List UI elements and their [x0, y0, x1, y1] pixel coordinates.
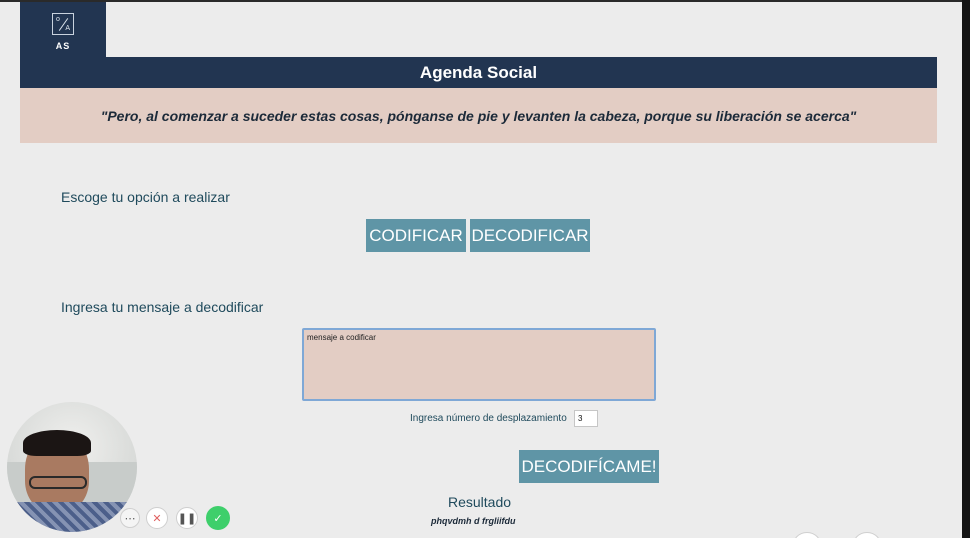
more-options-icon[interactable]: ⋯ — [120, 508, 140, 528]
logo-text: AS — [55, 41, 71, 51]
webcam-preview — [7, 402, 137, 532]
quote-banner: "Pero, al comenzar a suceder estas cosas… — [20, 88, 937, 143]
window-right-edge — [962, 0, 970, 538]
result-value: phqvdmh d frgliifdu — [431, 516, 516, 526]
option-label: Escoge tu opción a realizar — [61, 189, 230, 205]
finish-recording-icon[interactable]: ✓ — [206, 506, 230, 530]
site-logo[interactable]: o A AS — [20, 2, 106, 62]
corner-control-icon[interactable] — [852, 532, 882, 538]
cancel-recording-icon[interactable]: ✕ — [146, 507, 168, 529]
shift-input[interactable] — [574, 410, 598, 427]
logo-mark-icon: o A — [52, 13, 74, 35]
shift-label: Ingresa número de desplazamiento — [410, 413, 567, 424]
message-label: Ingresa tu mensaje a decodificar — [61, 299, 264, 315]
corner-control-icon[interactable] — [792, 532, 822, 538]
decode-run-button[interactable]: DECODIFÍCAME! — [519, 450, 659, 483]
message-input[interactable] — [302, 328, 656, 401]
encode-button[interactable]: CODIFICAR — [366, 219, 466, 252]
page-title: Agenda Social — [20, 57, 937, 88]
decode-button[interactable]: DECODIFICAR — [470, 219, 590, 252]
pause-recording-icon[interactable]: ❚❚ — [176, 507, 198, 529]
result-label: Resultado — [448, 494, 512, 510]
window-top-edge — [0, 0, 970, 2]
